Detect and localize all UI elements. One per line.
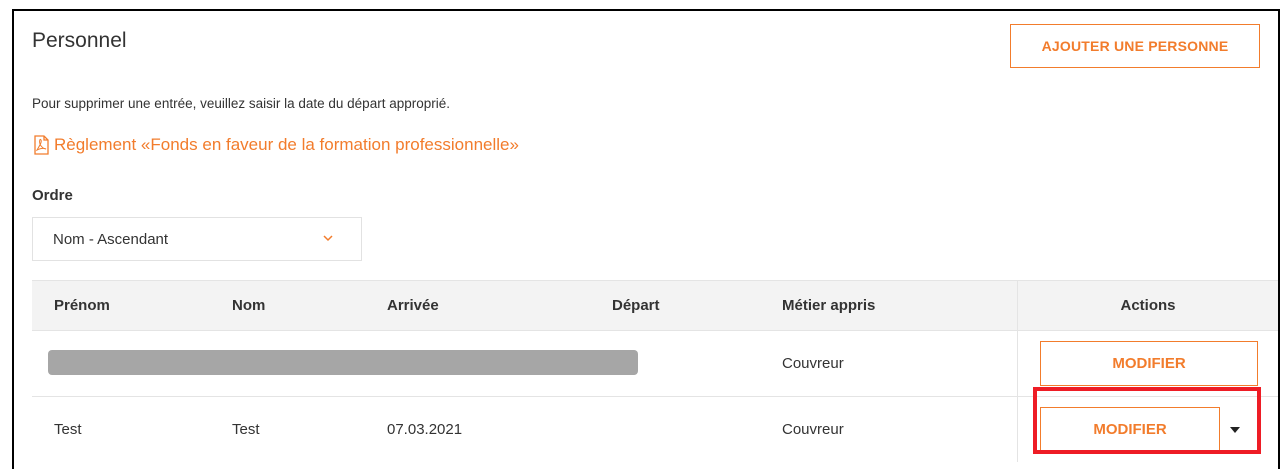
page-title: Personnel xyxy=(32,29,127,52)
cell-metier: Couvreur xyxy=(782,355,844,372)
actions-cell: MODIFIER xyxy=(1017,331,1278,396)
sort-label: Ordre xyxy=(32,187,73,204)
sort-selected-value: Nom - Ascendant xyxy=(53,230,169,248)
modify-button[interactable]: MODIFIER xyxy=(1040,407,1220,452)
col-header-nom: Nom xyxy=(232,297,266,314)
cell-arrivee: 07.03.2021 xyxy=(387,421,463,438)
col-header-prenom: Prénom xyxy=(54,297,110,314)
table-header: Prénom Nom Arrivée Départ Métier appris … xyxy=(32,280,1278,330)
reglement-link[interactable]: Règlement «Fonds en faveur de la formati… xyxy=(32,135,519,155)
modify-button[interactable]: MODIFIER xyxy=(1040,341,1258,386)
add-person-button[interactable]: AJOUTER UNE PERSONNE xyxy=(1010,24,1260,68)
personnel-panel: Personnel AJOUTER UNE PERSONNE Pour supp… xyxy=(12,9,1280,469)
col-header-actions-cell: Actions xyxy=(1017,281,1278,330)
col-header-arrivee: Arrivée xyxy=(387,297,439,314)
sort-select[interactable]: Nom - Ascendant xyxy=(32,217,362,261)
reglement-link-label[interactable]: Règlement «Fonds en faveur de la formati… xyxy=(54,135,519,155)
actions-cell: MODIFIER xyxy=(1017,397,1278,462)
caret-down-icon[interactable] xyxy=(1230,427,1240,433)
cell-nom: Test xyxy=(232,421,260,438)
delete-notice: Pour supprimer une entrée, veuillez sais… xyxy=(32,96,450,111)
col-header-actions: Actions xyxy=(1120,297,1176,314)
table-row: Test Test 07.03.2021 Couvreur MODIFIER xyxy=(32,396,1278,462)
personnel-table: Prénom Nom Arrivée Départ Métier appris … xyxy=(32,280,1278,462)
pdf-icon xyxy=(34,135,49,155)
chevron-down-icon xyxy=(323,235,333,242)
table-row: Couvreur MODIFIER xyxy=(32,330,1278,396)
col-header-metier: Métier appris xyxy=(782,297,876,314)
cell-metier: Couvreur xyxy=(782,421,844,438)
redacted-block xyxy=(48,350,638,375)
cell-prenom: Test xyxy=(54,421,82,438)
col-header-depart: Départ xyxy=(612,297,660,314)
